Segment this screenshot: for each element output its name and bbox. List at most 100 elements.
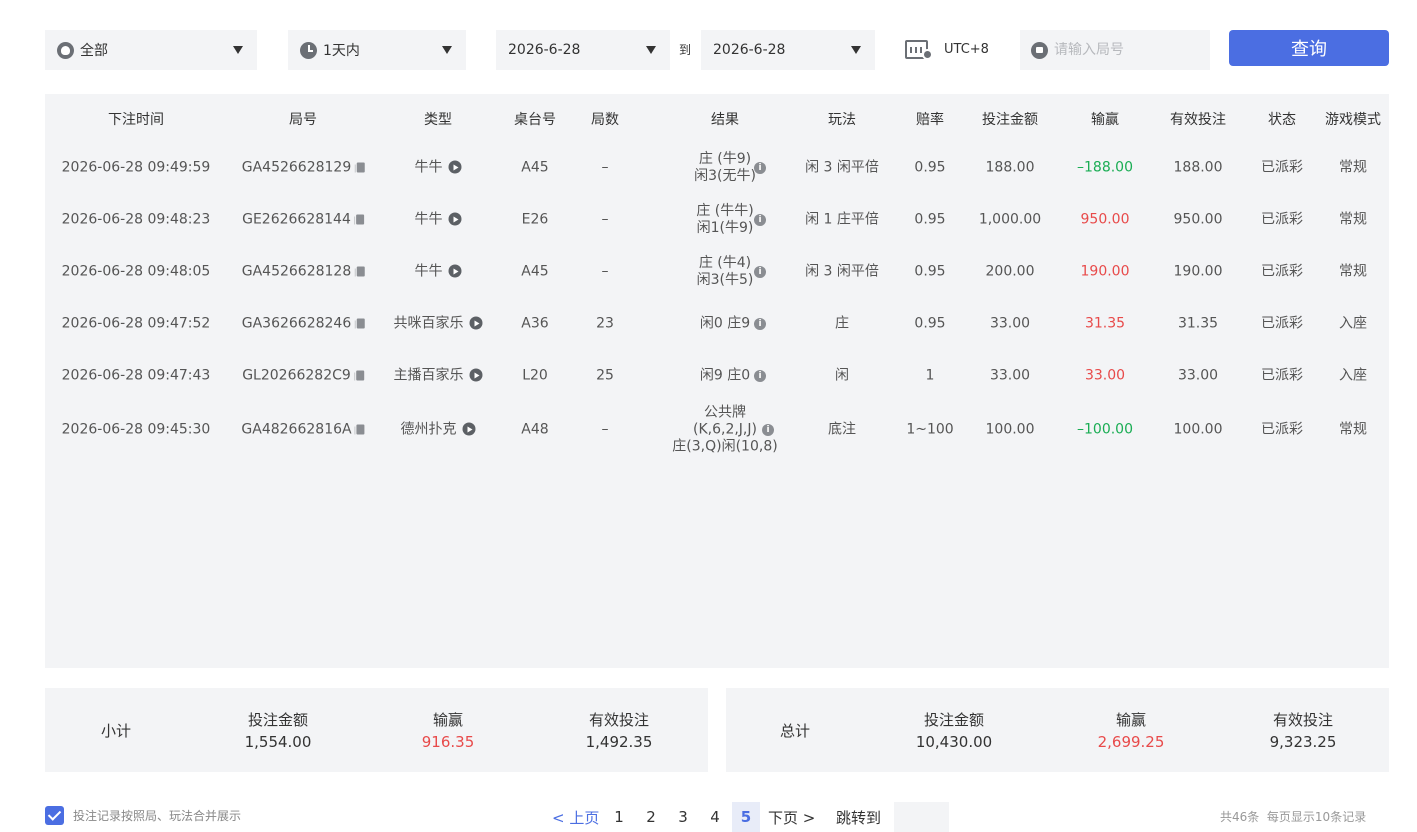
valid-bet: 31.35 [1177, 315, 1219, 332]
page-4[interactable]: 4 [701, 808, 729, 826]
next-page-button[interactable]: 下页 > [768, 807, 815, 828]
play-icon[interactable] [469, 316, 483, 330]
timezone-label: UTC+8 [944, 41, 989, 57]
copy-icon[interactable] [354, 162, 365, 173]
spade-icon [57, 41, 74, 59]
copy-icon[interactable] [354, 424, 365, 435]
subtotal-winloss-label: 输赢 [432, 711, 463, 729]
play-icon[interactable] [448, 264, 462, 278]
column-header: 局号 [289, 112, 317, 128]
result-line: 庄 (牛9) [698, 151, 752, 167]
result-cell: 庄 (牛9) 闲3(无牛) [694, 151, 756, 185]
table-row: 2026-06-28 09:47:52 GA3626628246 共咪百家乐 A36 2… [45, 298, 1389, 350]
column-header: 玩法 [828, 112, 856, 128]
status-cell: 已派彩 [1261, 422, 1303, 439]
game-select[interactable]: 全部 [45, 30, 257, 70]
page-5-current[interactable]: 5 [732, 802, 760, 832]
round-search-field[interactable] [1020, 30, 1210, 70]
play-type: 闲 1 庄平倍 [805, 211, 879, 228]
info-icon[interactable]: i [754, 162, 766, 174]
winloss: 190.00 [1080, 263, 1130, 280]
play-type: 庄 [835, 315, 849, 332]
status-cell: 已派彩 [1261, 368, 1303, 385]
game-mode-cell: 常规 [1339, 212, 1367, 229]
clock-icon [300, 41, 317, 59]
table-number: E26 [521, 211, 549, 228]
round-id: GA482662816A [241, 421, 352, 438]
play-icon[interactable] [448, 212, 462, 226]
date-to-select[interactable]: 2026-6-28 [701, 30, 875, 70]
subtotal-winloss-value: 916.35 [421, 733, 475, 751]
round-id-cell: GL20266282C9 [242, 368, 364, 385]
table-row: 2026-06-28 09:47:43 GL20266282C9 主播百家乐 L20 2… [45, 350, 1389, 402]
copy-icon[interactable] [353, 370, 364, 381]
table-number-cell: A45 [521, 264, 548, 281]
total-bet: 投注金额 10,430.00 [916, 709, 992, 751]
round-id-cell: GA4526628129 [242, 160, 365, 177]
round-search-input[interactable] [1054, 42, 1194, 58]
total-valid-value: 9,323.25 [1269, 733, 1337, 751]
bet-time: 2026-06-28 09:47:52 [61, 315, 211, 332]
query-button[interactable]: 查询 [1229, 30, 1389, 66]
chevron-down-icon [442, 46, 452, 54]
copy-icon[interactable] [353, 214, 364, 225]
date-from-select[interactable]: 2026-6-28 [496, 30, 670, 70]
bet-amount: 200.00 [985, 263, 1035, 280]
winloss: 950.00 [1080, 211, 1130, 228]
total-winloss-value: 2,699.25 [1097, 733, 1165, 751]
info-icon[interactable]: i [754, 370, 766, 382]
winloss: 33.00 [1084, 367, 1126, 384]
info-icon[interactable]: i [754, 214, 766, 226]
round-count: – [601, 159, 609, 176]
valid-bet: 100.00 [1173, 421, 1223, 438]
calendar-icon [905, 38, 933, 60]
valid-bet: 188.00 [1173, 159, 1223, 176]
valid-bet-cell: 950.00 [1174, 212, 1223, 229]
prev-page-button[interactable]: < 上页 [552, 807, 599, 828]
bet-amount-cell: 200.00 [986, 264, 1035, 281]
column-header: 结果 [711, 112, 739, 128]
play-icon[interactable] [448, 160, 462, 174]
play-icon[interactable] [462, 422, 476, 436]
game-mode: 常规 [1339, 421, 1367, 438]
records-summary: 共46条 每页显示10条记录 [1220, 808, 1366, 825]
winloss-cell: 33.00 [1085, 368, 1125, 385]
table-number: A45 [521, 263, 549, 280]
game-mode: 常规 [1339, 159, 1367, 176]
table-number: L20 [522, 367, 548, 384]
copy-icon[interactable] [354, 266, 365, 277]
page-1[interactable]: 1 [605, 808, 633, 826]
bet-amount-cell: 188.00 [986, 160, 1035, 177]
valid-bet-cell: 31.35 [1178, 316, 1218, 333]
bet-time-cell: 2026-06-28 09:48:05 [62, 264, 211, 281]
copy-icon[interactable] [354, 318, 365, 329]
subtotal-valid-label: 有效投注 [588, 711, 650, 729]
round-count-cell: – [602, 422, 609, 439]
page-3[interactable]: 3 [669, 808, 697, 826]
winloss: –100.00 [1077, 421, 1133, 438]
status-cell: 已派彩 [1261, 264, 1303, 281]
result-line: 公共牌 [704, 404, 746, 421]
jump-to-input[interactable] [894, 802, 949, 832]
game-select-value: 全部 [80, 43, 108, 59]
valid-bet: 190.00 [1173, 263, 1223, 280]
winloss-cell: 31.35 [1085, 316, 1125, 333]
winloss-cell: 950.00 [1081, 212, 1130, 229]
bet-amount: 33.00 [989, 367, 1031, 384]
winloss-cell: –100.00 [1077, 422, 1133, 439]
timezone-selector[interactable]: UTC+8 [905, 38, 989, 60]
info-icon[interactable]: i [754, 266, 766, 278]
bet-time: 2026-06-28 09:48:05 [61, 263, 211, 280]
status-cell: 已派彩 [1261, 160, 1303, 177]
table-number: A48 [521, 421, 549, 438]
table-number-cell: A45 [521, 160, 548, 177]
play-icon[interactable] [469, 368, 483, 382]
info-icon[interactable]: i [762, 424, 774, 436]
round-id: GL20266282C9 [242, 367, 351, 384]
time-range-select[interactable]: 1天内 [288, 30, 466, 70]
status-cell: 已派彩 [1261, 316, 1303, 333]
round-count-cell: – [602, 212, 609, 229]
page-2[interactable]: 2 [637, 808, 665, 826]
info-icon[interactable]: i [754, 318, 766, 330]
table-number-cell: L20 [522, 368, 548, 385]
